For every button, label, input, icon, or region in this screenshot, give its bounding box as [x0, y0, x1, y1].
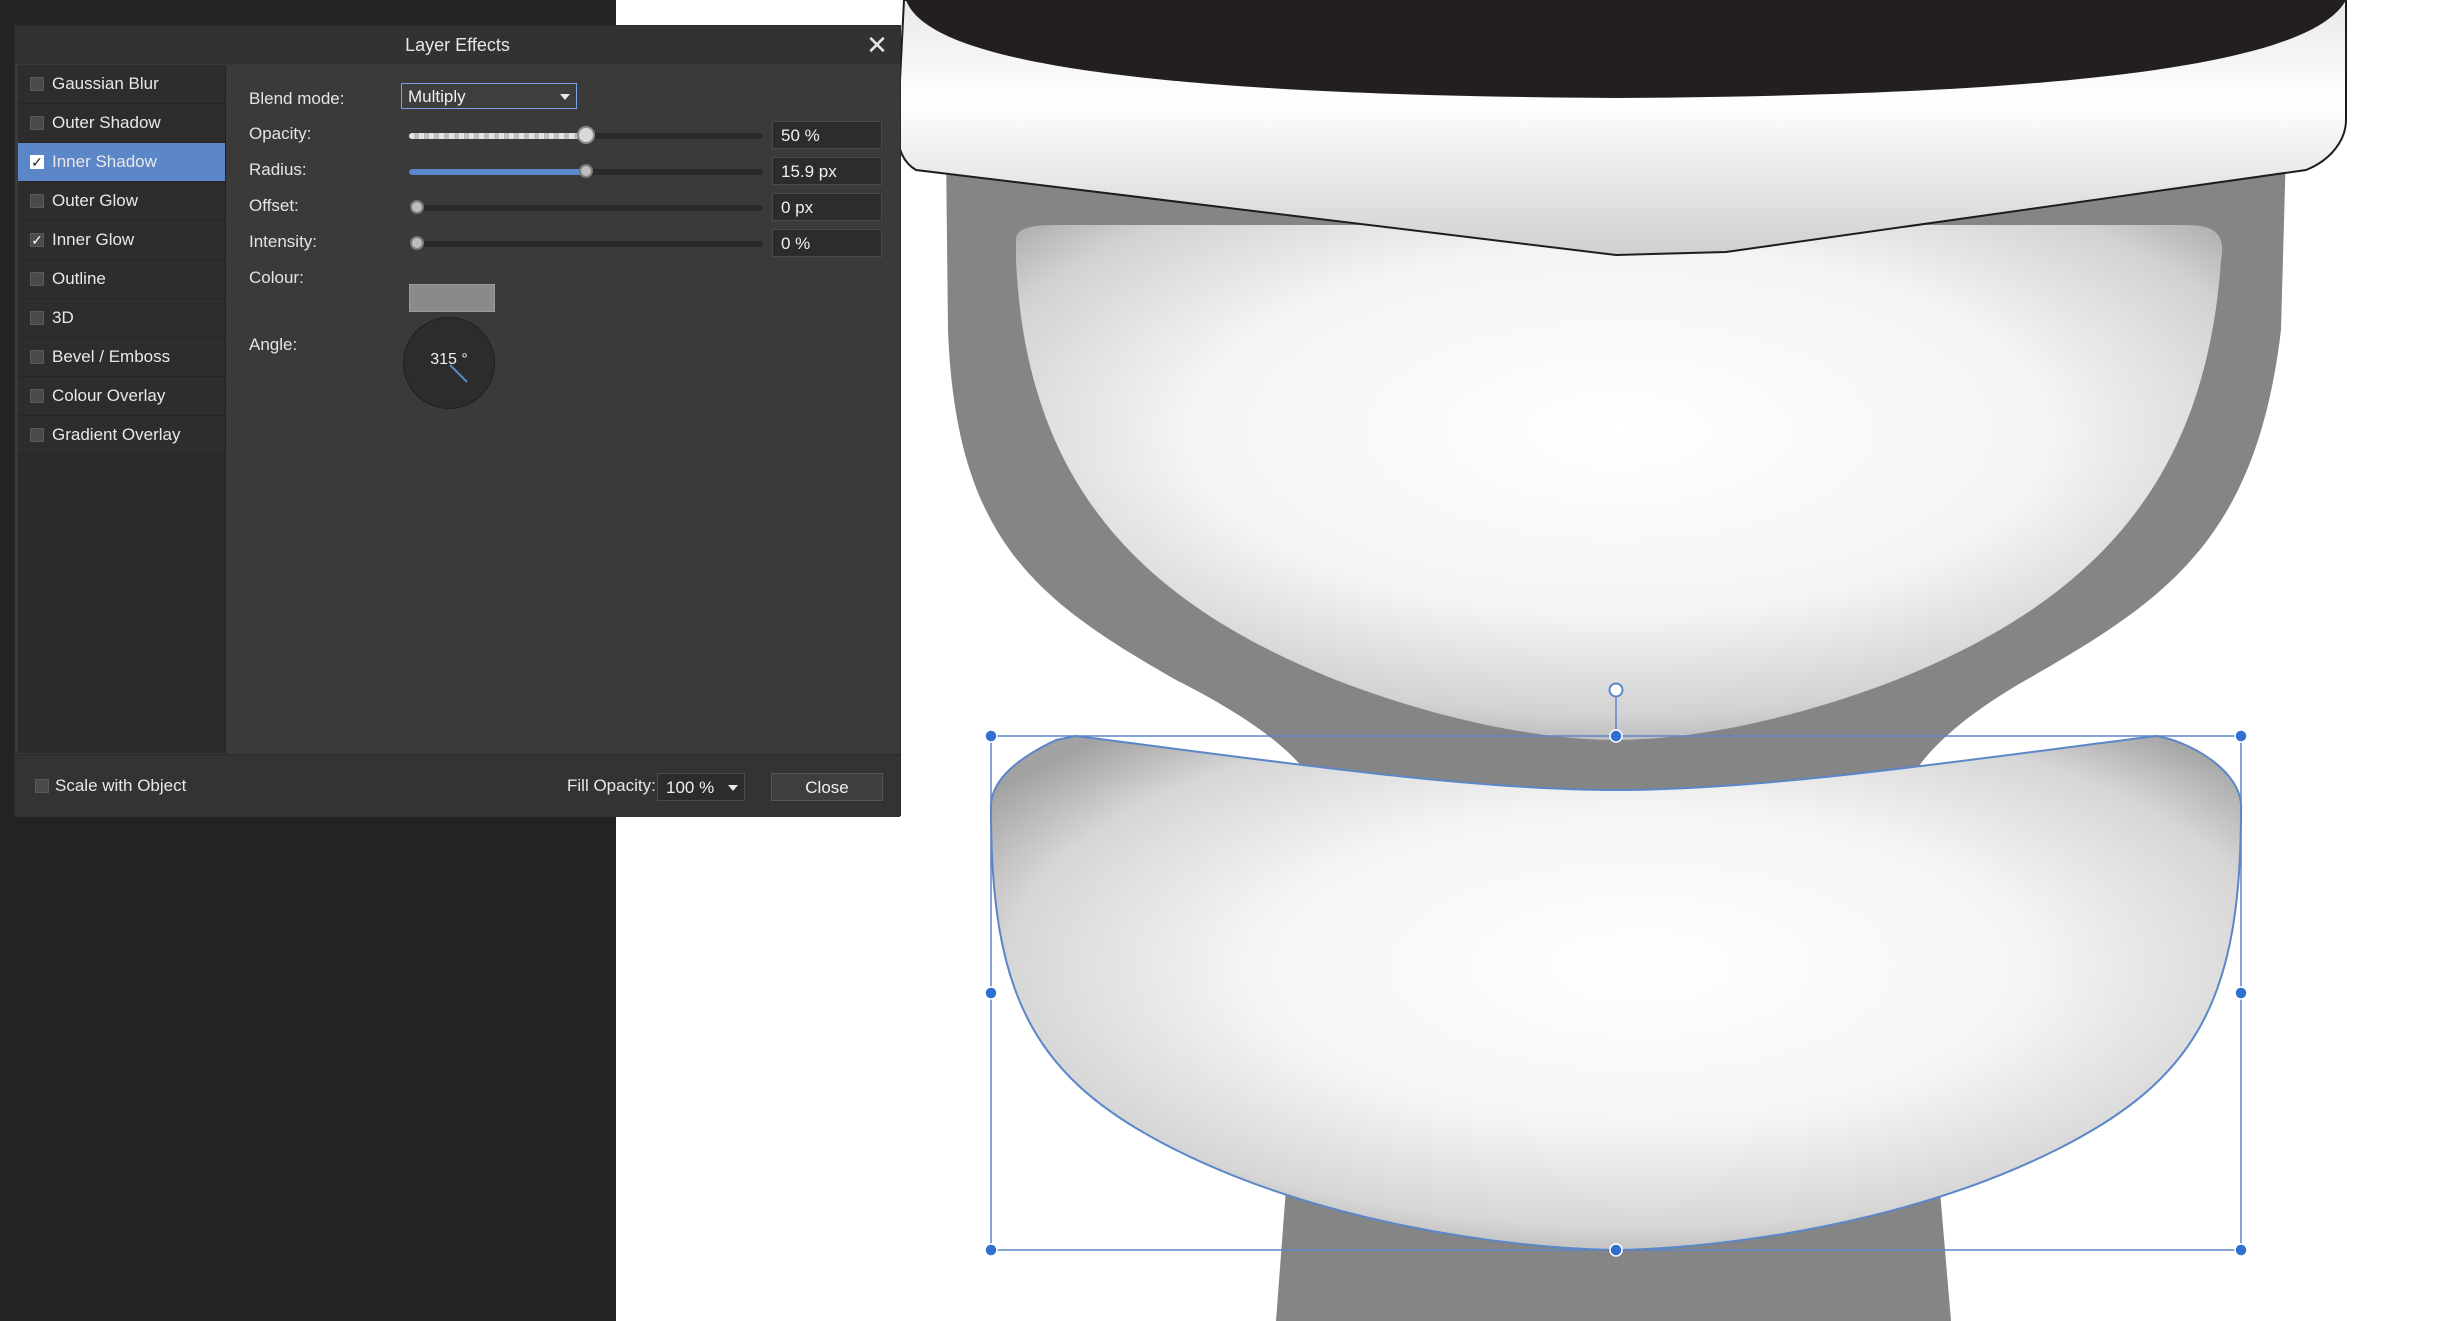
effect-item-gaussian-blur[interactable]: Gaussian Blur [18, 65, 225, 104]
effect-label: Gaussian Blur [52, 74, 159, 93]
effect-checkbox[interactable] [30, 350, 44, 364]
effect-label: Bevel / Emboss [52, 347, 171, 366]
effect-label: Inner Shadow [52, 152, 157, 171]
effect-label: Gradient Overlay [52, 425, 181, 444]
effect-checkbox[interactable] [30, 194, 44, 208]
handle-top [1609, 729, 1623, 743]
close-button[interactable]: Close [771, 773, 883, 801]
effect-item-inner-shadow[interactable]: ✓ Inner Shadow [18, 143, 225, 182]
effect-checkbox[interactable]: ✓ [30, 233, 44, 247]
chevron-down-icon [728, 785, 738, 791]
effect-label: Outer Shadow [52, 113, 161, 132]
effect-item-outer-glow[interactable]: Outer Glow [18, 182, 225, 221]
effect-label: Inner Glow [52, 230, 135, 249]
radius-field[interactable]: 15.9 px [772, 157, 882, 185]
rotate-handle [1608, 682, 1624, 698]
opacity-label: Opacity: [249, 124, 312, 143]
effect-item-3d[interactable]: 3D [18, 299, 225, 338]
blend-mode-value: Multiply [408, 87, 466, 106]
intensity-field[interactable]: 0 % [772, 229, 882, 257]
effect-item-gradient-overlay[interactable]: Gradient Overlay [18, 416, 225, 455]
blend-mode-label: Blend mode: [249, 89, 345, 108]
offset-slider-thumb[interactable] [410, 200, 424, 214]
opacity-slider-fill [409, 133, 586, 139]
offset-label: Offset: [249, 196, 299, 215]
colour-label: Colour: [249, 268, 304, 287]
dialog-footer: Scale with Object Fill Opacity: 100 % Cl… [15, 754, 900, 817]
intensity-slider[interactable] [409, 236, 763, 250]
radius-slider-fill [409, 169, 586, 175]
opacity-slider[interactable] [409, 126, 763, 144]
handle-left [984, 986, 998, 1000]
radius-slider-thumb[interactable] [579, 164, 593, 178]
angle-dial[interactable]: 315 ° [403, 317, 495, 409]
seat-shape [989, 734, 2243, 1252]
radius-label: Radius: [249, 160, 307, 179]
effect-checkbox[interactable] [30, 77, 44, 91]
opacity-field[interactable]: 50 % [772, 121, 882, 149]
radius-slider[interactable] [409, 164, 763, 178]
effect-item-outline[interactable]: Outline [18, 260, 225, 299]
effect-item-outer-shadow[interactable]: Outer Shadow [18, 104, 225, 143]
dialog-titlebar[interactable]: Layer Effects ✕ [15, 26, 900, 64]
layer-effects-dialog: Layer Effects ✕ Gaussian Blur Outer Shado… [14, 25, 901, 817]
scale-with-object-checkbox[interactable] [35, 779, 49, 793]
handle-top-left [984, 729, 998, 743]
fill-opacity-label: Fill Opacity: [567, 776, 656, 795]
effect-checkbox[interactable] [30, 311, 44, 325]
effect-checkbox[interactable] [30, 389, 44, 403]
offset-slider[interactable] [409, 200, 763, 214]
intensity-label: Intensity: [249, 232, 318, 251]
effect-item-bevel-emboss[interactable]: Bevel / Emboss [18, 338, 225, 377]
close-icon[interactable]: ✕ [862, 30, 892, 60]
effect-checkbox[interactable] [30, 116, 44, 130]
handle-top-right [2234, 729, 2248, 743]
fill-opacity-value: 100 % [666, 778, 715, 797]
scale-with-object-label: Scale with Object [55, 776, 187, 795]
chevron-down-icon [560, 94, 570, 100]
colour-swatch[interactable] [409, 284, 495, 312]
offset-field[interactable]: 0 px [772, 193, 882, 221]
effect-item-colour-overlay[interactable]: Colour Overlay [18, 377, 225, 416]
angle-label: Angle: [249, 335, 298, 354]
blend-mode-select[interactable]: Multiply [401, 83, 577, 109]
opacity-slider-thumb[interactable] [577, 126, 595, 144]
handle-right [2234, 986, 2248, 1000]
fill-opacity-select[interactable]: 100 % [657, 773, 745, 801]
dialog-title: Layer Effects [405, 35, 510, 55]
intensity-slider-thumb[interactable] [410, 236, 424, 250]
effect-checkbox[interactable] [30, 272, 44, 286]
effect-checkbox[interactable] [30, 428, 44, 442]
effect-label: Colour Overlay [52, 386, 166, 405]
effect-label: Outer Glow [52, 191, 138, 210]
handle-bottom-right [2234, 1243, 2248, 1257]
handle-bottom [1609, 1243, 1623, 1257]
effect-label: 3D [52, 308, 74, 327]
effect-label: Outline [52, 269, 106, 288]
effect-checkbox[interactable]: ✓ [30, 155, 44, 169]
effects-list: Gaussian Blur Outer Shadow ✓ Inner Shadow Ou… [18, 65, 226, 753]
handle-bottom-left [984, 1243, 998, 1257]
effect-item-inner-glow[interactable]: ✓ Inner Glow [18, 221, 225, 260]
